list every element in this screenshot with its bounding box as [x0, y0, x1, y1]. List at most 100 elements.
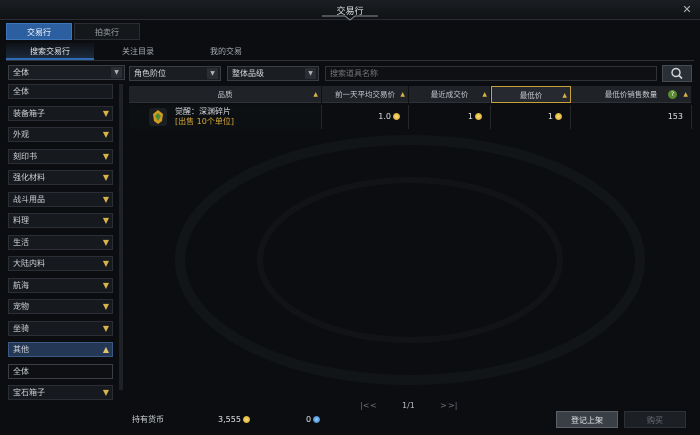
sort-arrow-icon: ▲ [482, 91, 487, 98]
gold-coin-icon [393, 113, 400, 120]
chevron-down-icon: ▼ [111, 67, 122, 78]
sidebar-item-label: 其他 [13, 345, 29, 354]
chevron-down-icon: ▼ [102, 108, 109, 118]
header-lowest-price[interactable]: 最低价 ▲ [491, 86, 571, 103]
search-button[interactable] [662, 65, 692, 82]
chevron-down-icon: ▼ [102, 302, 109, 311]
sidebar-item-label: 刻印书 [13, 151, 37, 161]
table-row[interactable]: 觉醒：深渊碎片 [出售 10个单位] 1.0 1 1 153 [129, 105, 692, 129]
table-header: 品质 ▲ 前一天平均交易价 ▲ 最近成交价 ▲ 最低价 ▲ 最低价销售数量 ? ▲ [129, 86, 692, 103]
sidebar-item-label: 强化材料 [13, 173, 45, 182]
chevron-down-icon: ▼ [305, 68, 316, 79]
sidebar-item-category[interactable]: 强化材料 ▼ [8, 170, 113, 185]
avg-price-cell: 1.0 [322, 105, 409, 129]
tab-my-trades[interactable]: 我的交易 [182, 43, 270, 60]
chevron-down-icon: ▼ [102, 259, 109, 268]
chevron-down-icon: ▼ [102, 194, 109, 204]
grade-select-value: 整体品级 [232, 69, 264, 78]
gold-coin-icon [242, 416, 250, 423]
header-quantity[interactable]: 最低价销售数量 ? ▲ [571, 86, 692, 103]
background-emblem-icon [175, 135, 645, 385]
gold-coin-icon [475, 113, 482, 120]
sidebar-item-label: 坐骑 [13, 323, 29, 333]
tab-exchange[interactable]: 交易行 [6, 23, 72, 40]
header-recent-price[interactable]: 最近成交价 ▲ [409, 86, 491, 103]
sidebar-item-category[interactable]: 料理 ▼ [8, 213, 113, 228]
title-ornament-icon [322, 15, 378, 21]
title-bar: 交易行 ✕ [0, 0, 700, 21]
tab-search-exchange[interactable]: 搜索交易行 [6, 43, 94, 60]
sort-arrow-icon: ▲ [400, 91, 405, 98]
recent-price-cell: 1 [409, 105, 491, 129]
sidebar-item-category[interactable]: 外观 ▼ [8, 127, 113, 142]
sidebar-item-category[interactable]: 坐骑 ▼ [8, 320, 113, 336]
sidebar-item-label: 生活 [13, 237, 29, 247]
category-scrollbar[interactable] [119, 84, 123, 390]
chevron-down-icon: ▼ [102, 216, 109, 225]
sort-select[interactable]: 角色阶位 ▼ [129, 66, 221, 81]
sidebar-item-category[interactable]: 其他 ▲ [8, 342, 113, 357]
header-avg-price[interactable]: 前一天平均交易价 ▲ [322, 86, 409, 103]
search-input[interactable] [325, 66, 657, 81]
sidebar-item-label: 宠物 [13, 302, 29, 311]
chevron-down-icon: ▼ [102, 323, 109, 333]
first-page-button[interactable]: |< [360, 401, 369, 410]
item-name: 觉醒：深渊碎片 [175, 107, 231, 116]
sidebar-item-category[interactable]: 全体 [8, 363, 113, 379]
sort-arrow-icon: ▲ [562, 92, 567, 99]
page-indicator: 1/1 [402, 401, 415, 410]
results-table: 品质 ▲ 前一天平均交易价 ▲ 最近成交价 ▲ 最低价 ▲ 最低价销售数量 ? ▲ 觉醒… [129, 86, 692, 129]
filter-bar: 角色阶位 ▼ 整体品级 ▼ [129, 65, 692, 82]
chevron-down-icon: ▼ [207, 68, 218, 79]
next-page-button[interactable]: > [440, 401, 447, 410]
sidebar-item-label: 外观 [13, 130, 29, 139]
sidebar-item-category[interactable]: 航海 ▼ [8, 277, 113, 293]
sidebar-item-label: 全体 [13, 366, 29, 376]
register-listing-button[interactable]: 登记上架 [556, 411, 618, 428]
chevron-down-icon: ▼ [102, 237, 109, 247]
sidebar-item-category[interactable]: 全体 [8, 84, 113, 99]
sidebar-item-label: 料理 [13, 216, 29, 225]
sidebar-item-category[interactable]: 生活 ▼ [8, 234, 113, 250]
sidebar-item-category[interactable]: 装备箱子 ▼ [8, 105, 113, 121]
sidebar-item-category[interactable]: 宠物 ▼ [8, 299, 113, 314]
tab-watchlist[interactable]: 关注目录 [94, 43, 182, 60]
sort-arrow-icon: ▲ [683, 91, 688, 98]
tab-auction[interactable]: 拍卖行 [74, 23, 140, 40]
search-icon [671, 67, 683, 80]
sidebar-item-label: 全体 [13, 87, 29, 96]
chevron-down-icon: ▼ [102, 130, 109, 139]
item-cell: 觉醒：深渊碎片 [出售 10个单位] [129, 105, 322, 129]
main-tabs: 交易行 拍卖行 [6, 23, 142, 40]
chevron-down-icon: ▼ [102, 173, 109, 182]
sidebar-item-category[interactable]: 大陆内料 ▼ [8, 256, 113, 271]
gold-balance: 3,555 [218, 414, 250, 426]
footer-bar: |< < 1/1 > >| 持有货币 3,555 0 登记上架 购买 [0, 398, 700, 435]
sidebar-item-label: 战斗用品 [13, 194, 45, 204]
quantity-cell: 153 [571, 105, 692, 129]
category-list: 全体 装备箱子 ▼ 外观 ▼ 刻印书 ▼ 强化材料 ▼ 战斗用品 ▼ 料理 ▼ 生活 ▼ 大陆内料 ▼ 航海 ▼ 宠物… [8, 84, 113, 407]
sidebar-item-label: 航海 [13, 280, 29, 290]
header-quality[interactable]: 品质 ▲ [129, 86, 322, 103]
chevron-down-icon: ▼ [102, 280, 109, 290]
category-select[interactable]: 全体 ▼ [8, 65, 125, 80]
grade-select[interactable]: 整体品级 ▼ [227, 66, 319, 81]
sidebar-item-label: 大陆内料 [13, 259, 45, 268]
gold-coin-icon [555, 113, 562, 120]
crystal-balance: 0 [306, 414, 321, 426]
last-page-button[interactable]: >| [448, 401, 457, 410]
lowest-price-cell: 1 [491, 105, 571, 129]
buy-button[interactable]: 购买 [624, 411, 686, 428]
chevron-up-icon: ▲ [102, 345, 109, 354]
sort-arrow-icon: ▲ [313, 91, 318, 98]
close-icon[interactable]: ✕ [680, 3, 694, 17]
crystal-icon [313, 416, 321, 423]
sidebar-item-category[interactable]: 战斗用品 ▼ [8, 191, 113, 207]
help-icon[interactable]: ? [668, 90, 677, 99]
currency-label: 持有货币 [132, 415, 164, 424]
prev-page-button[interactable]: < [370, 401, 377, 410]
sidebar-item-category[interactable]: 刻印书 ▼ [8, 148, 113, 164]
sidebar-item-label: 装备箱子 [13, 108, 45, 118]
pagination: |< < 1/1 > >| [360, 401, 460, 413]
item-bundle-info: [出售 10个单位] [175, 117, 234, 126]
